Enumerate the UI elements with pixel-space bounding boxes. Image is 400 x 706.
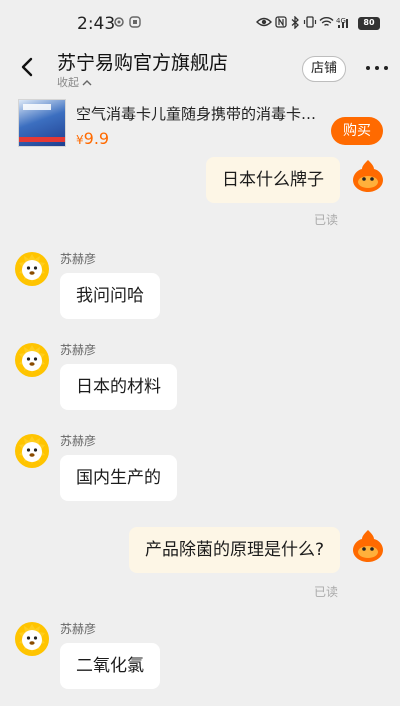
status-bar: 2:43 4G 80 — [0, 0, 400, 48]
orange-mascot-icon — [353, 160, 383, 192]
bluetooth-icon — [290, 15, 300, 33]
lion-mascot-icon — [15, 343, 49, 377]
sender-name: 苏赫彦 — [60, 622, 97, 636]
sender-name: 苏赫彦 — [60, 343, 97, 357]
product-card[interactable]: 空气消毒卡儿童随身携带的消毒卡… ¥9.9 购买 — [0, 95, 400, 159]
chevron-left-icon — [21, 57, 33, 77]
sender-name: 苏赫彦 — [60, 252, 97, 266]
status-time: 2:43 — [77, 14, 116, 34]
my-avatar[interactable] — [350, 158, 386, 194]
message-bubble-outgoing[interactable]: 产品除菌的原理是什么? — [128, 527, 340, 573]
back-button[interactable] — [17, 56, 39, 78]
sender-name: 苏赫彦 — [60, 434, 97, 448]
agent-avatar[interactable] — [14, 621, 50, 657]
lion-mascot-icon — [15, 252, 49, 286]
nfc-icon — [275, 16, 287, 32]
signal-icon — [336, 16, 352, 33]
buy-button[interactable]: 购买 — [331, 117, 383, 145]
message-bubble-incoming[interactable]: 我问问哈 — [60, 273, 160, 319]
battery-level: 80 — [363, 18, 375, 27]
lion-mascot-icon — [15, 434, 49, 468]
store-button[interactable]: 店铺 — [302, 56, 346, 82]
more-dots-icon[interactable] — [366, 63, 388, 73]
wifi-icon — [319, 16, 334, 32]
message-bubble-incoming[interactable]: 日本的材料 — [60, 364, 177, 410]
product-name: 空气消毒卡儿童随身携带的消毒卡… — [76, 105, 317, 123]
battery-icon: 80 — [358, 17, 380, 30]
product-thumbnail — [18, 99, 66, 147]
read-receipt: 已读 — [314, 585, 339, 599]
gear-icon — [113, 16, 125, 32]
page-title: 苏宁易购官方旗舰店 — [57, 52, 229, 74]
eye-icon — [256, 16, 272, 32]
agent-avatar[interactable] — [14, 251, 50, 287]
product-price: ¥9.9 — [76, 129, 109, 148]
app-icon — [129, 16, 141, 32]
agent-avatar[interactable] — [14, 433, 50, 469]
read-receipt: 已读 — [314, 213, 339, 227]
lion-mascot-icon — [15, 622, 49, 656]
price-value: 9.9 — [83, 129, 110, 148]
message-bubble-outgoing[interactable]: 日本什么牌子 — [206, 157, 340, 203]
agent-avatar[interactable] — [14, 342, 50, 378]
vibrate-icon — [303, 16, 317, 32]
collapse-label: 收起 — [57, 76, 79, 89]
message-bubble-incoming[interactable]: 二氧化氯 — [60, 643, 160, 689]
message-bubble-incoming[interactable]: 国内生产的 — [60, 455, 177, 501]
chevron-up-icon — [82, 79, 92, 85]
price-symbol: ¥ — [76, 133, 84, 147]
orange-mascot-icon — [353, 530, 383, 562]
my-avatar[interactable] — [350, 528, 386, 564]
collapse-toggle[interactable]: 收起 — [57, 74, 92, 90]
